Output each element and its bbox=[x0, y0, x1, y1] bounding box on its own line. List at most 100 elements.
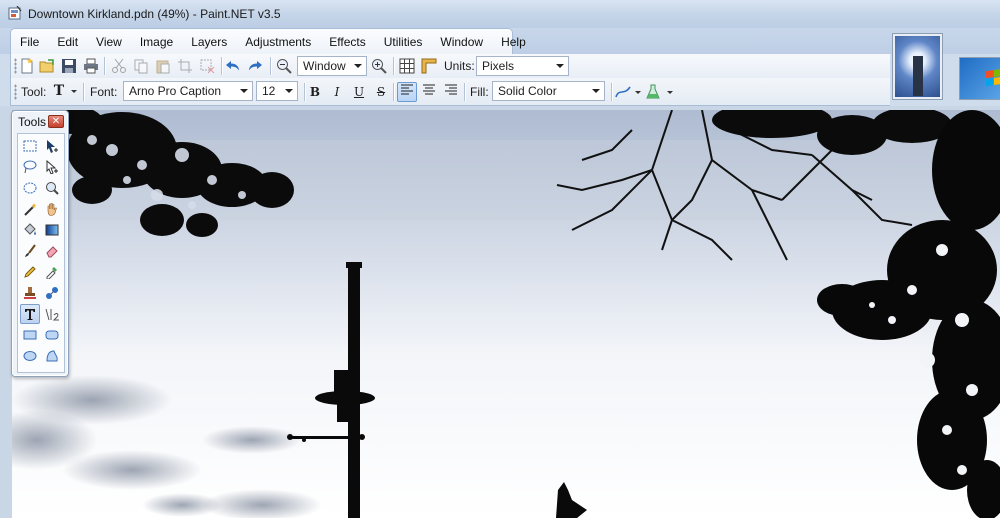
rectangle-select-icon bbox=[23, 140, 37, 152]
menu-utilities[interactable]: Utilities bbox=[375, 31, 432, 53]
chevron-down-icon bbox=[240, 89, 248, 93]
recolor-tool[interactable] bbox=[42, 283, 62, 303]
tools-close-button[interactable]: ✕ bbox=[48, 115, 64, 128]
menu-window[interactable]: Window bbox=[431, 31, 492, 53]
open-file-icon[interactable] bbox=[39, 58, 55, 74]
blend-mode-dropdown-icon[interactable] bbox=[667, 91, 673, 94]
toolbar-grip[interactable] bbox=[14, 84, 17, 100]
freeform-shape-tool[interactable] bbox=[42, 346, 62, 366]
align-right-button[interactable] bbox=[441, 82, 461, 102]
menu-image[interactable]: Image bbox=[131, 31, 182, 53]
paint-bucket-tool[interactable] bbox=[20, 220, 40, 240]
pencil-icon bbox=[24, 266, 36, 278]
canvas-area[interactable] bbox=[0, 106, 1000, 518]
chevron-down-icon bbox=[285, 89, 293, 93]
tools-window[interactable]: Tools ✕ bbox=[11, 110, 69, 377]
italic-button[interactable]: I bbox=[327, 82, 347, 102]
blend-mode-icon[interactable] bbox=[645, 84, 661, 100]
zoom-tool[interactable] bbox=[42, 178, 62, 198]
eraser-tool[interactable] bbox=[42, 241, 62, 261]
move-pixels-icon bbox=[47, 140, 58, 153]
ellipse-select-icon bbox=[23, 182, 37, 194]
rounded-rectangle-icon bbox=[45, 330, 59, 340]
menu-view[interactable]: View bbox=[87, 31, 131, 53]
gradient-icon bbox=[45, 224, 59, 236]
text-tool-icon bbox=[25, 309, 35, 320]
menu-adjustments[interactable]: Adjustments bbox=[236, 31, 320, 53]
copy-icon[interactable] bbox=[133, 58, 149, 74]
lasso-select-tool[interactable] bbox=[20, 157, 40, 177]
paste-icon[interactable] bbox=[155, 58, 171, 74]
tool-dropdown-arrow-icon[interactable] bbox=[71, 90, 77, 93]
tools-window-title: Tools bbox=[18, 115, 47, 129]
second-image-thumbnail[interactable] bbox=[959, 57, 1000, 100]
ellipse-icon bbox=[23, 351, 37, 361]
title-bar: Downtown Kirkland.pdn (49%) - Paint.NET … bbox=[0, 0, 1000, 28]
open-image-thumbnail[interactable] bbox=[892, 33, 943, 100]
menu-bar-area: File Edit View Image Layers Adjustments … bbox=[0, 28, 1000, 54]
tool-options-bar: Tool: T Font: Arno Pro Caption 12 B I U … bbox=[10, 78, 890, 106]
rectangle-tool[interactable] bbox=[20, 325, 40, 345]
font-size-combo[interactable]: 12 bbox=[256, 81, 298, 101]
print-icon[interactable] bbox=[83, 58, 99, 74]
undo-icon[interactable] bbox=[225, 58, 241, 74]
align-left-button[interactable] bbox=[397, 82, 417, 102]
menu-effects[interactable]: Effects bbox=[320, 31, 374, 53]
units-combo[interactable]: Pixels bbox=[476, 56, 569, 76]
toolbar-separator bbox=[464, 83, 465, 101]
color-picker-tool[interactable] bbox=[42, 262, 62, 282]
crop-to-selection-icon[interactable] bbox=[177, 58, 193, 74]
menu-layers[interactable]: Layers bbox=[182, 31, 236, 53]
text-tool[interactable] bbox=[20, 304, 40, 324]
rectangle-select-tool[interactable] bbox=[20, 136, 40, 156]
image-canvas[interactable] bbox=[12, 110, 1000, 518]
paint-bucket-icon bbox=[24, 223, 36, 235]
clone-stamp-icon bbox=[24, 287, 36, 299]
grid-icon[interactable] bbox=[399, 58, 415, 74]
rounded-rectangle-tool[interactable] bbox=[42, 325, 62, 345]
paint-net-app-icon[interactable] bbox=[8, 6, 22, 20]
fill-value: Solid Color bbox=[498, 84, 557, 98]
paintbrush-tool[interactable] bbox=[20, 241, 40, 261]
fill-combo[interactable]: Solid Color bbox=[492, 81, 605, 101]
line-curve-tool[interactable] bbox=[42, 304, 62, 324]
pan-tool[interactable] bbox=[42, 199, 62, 219]
antialiasing-dropdown-icon[interactable] bbox=[635, 91, 641, 94]
menu-bar: File Edit View Image Layers Adjustments … bbox=[10, 28, 526, 54]
align-center-button[interactable] bbox=[419, 82, 439, 102]
zoom-in-icon[interactable] bbox=[371, 58, 387, 74]
menu-file[interactable]: File bbox=[11, 31, 48, 53]
bold-button[interactable]: B bbox=[305, 82, 325, 102]
save-icon[interactable] bbox=[61, 58, 77, 74]
freeform-shape-icon bbox=[46, 350, 58, 362]
gradient-tool[interactable] bbox=[42, 220, 62, 240]
clone-stamp-tool[interactable] bbox=[20, 283, 40, 303]
pencil-tool[interactable] bbox=[20, 262, 40, 282]
rulers-icon[interactable] bbox=[421, 58, 437, 74]
toolbar-separator bbox=[270, 57, 271, 75]
move-selection-tool[interactable] bbox=[42, 157, 62, 177]
zoom-out-icon[interactable] bbox=[276, 58, 292, 74]
align-center-icon bbox=[423, 84, 435, 95]
font-value: Arno Pro Caption bbox=[129, 84, 222, 98]
text-tool-icon[interactable]: T bbox=[51, 83, 67, 99]
zoom-combo[interactable]: Window bbox=[297, 56, 367, 76]
cut-icon[interactable] bbox=[111, 58, 127, 74]
photo-downtown-kirkland bbox=[12, 110, 1000, 518]
redo-icon[interactable] bbox=[247, 58, 263, 74]
fill-label: Fill: bbox=[470, 85, 489, 99]
antialiasing-icon[interactable] bbox=[615, 84, 631, 100]
strikethrough-button[interactable]: S bbox=[371, 82, 391, 102]
move-selected-pixels-tool[interactable] bbox=[42, 136, 62, 156]
font-combo[interactable]: Arno Pro Caption bbox=[123, 81, 253, 101]
align-right-icon bbox=[445, 84, 457, 95]
menu-help[interactable]: Help bbox=[492, 31, 535, 53]
deselect-icon[interactable] bbox=[199, 58, 215, 74]
toolbar-grip[interactable] bbox=[14, 58, 17, 74]
new-image-icon[interactable] bbox=[19, 58, 35, 74]
menu-edit[interactable]: Edit bbox=[48, 31, 87, 53]
ellipse-tool[interactable] bbox=[20, 346, 40, 366]
magic-wand-tool[interactable] bbox=[20, 199, 40, 219]
ellipse-select-tool[interactable] bbox=[20, 178, 40, 198]
underline-button[interactable]: U bbox=[349, 82, 369, 102]
